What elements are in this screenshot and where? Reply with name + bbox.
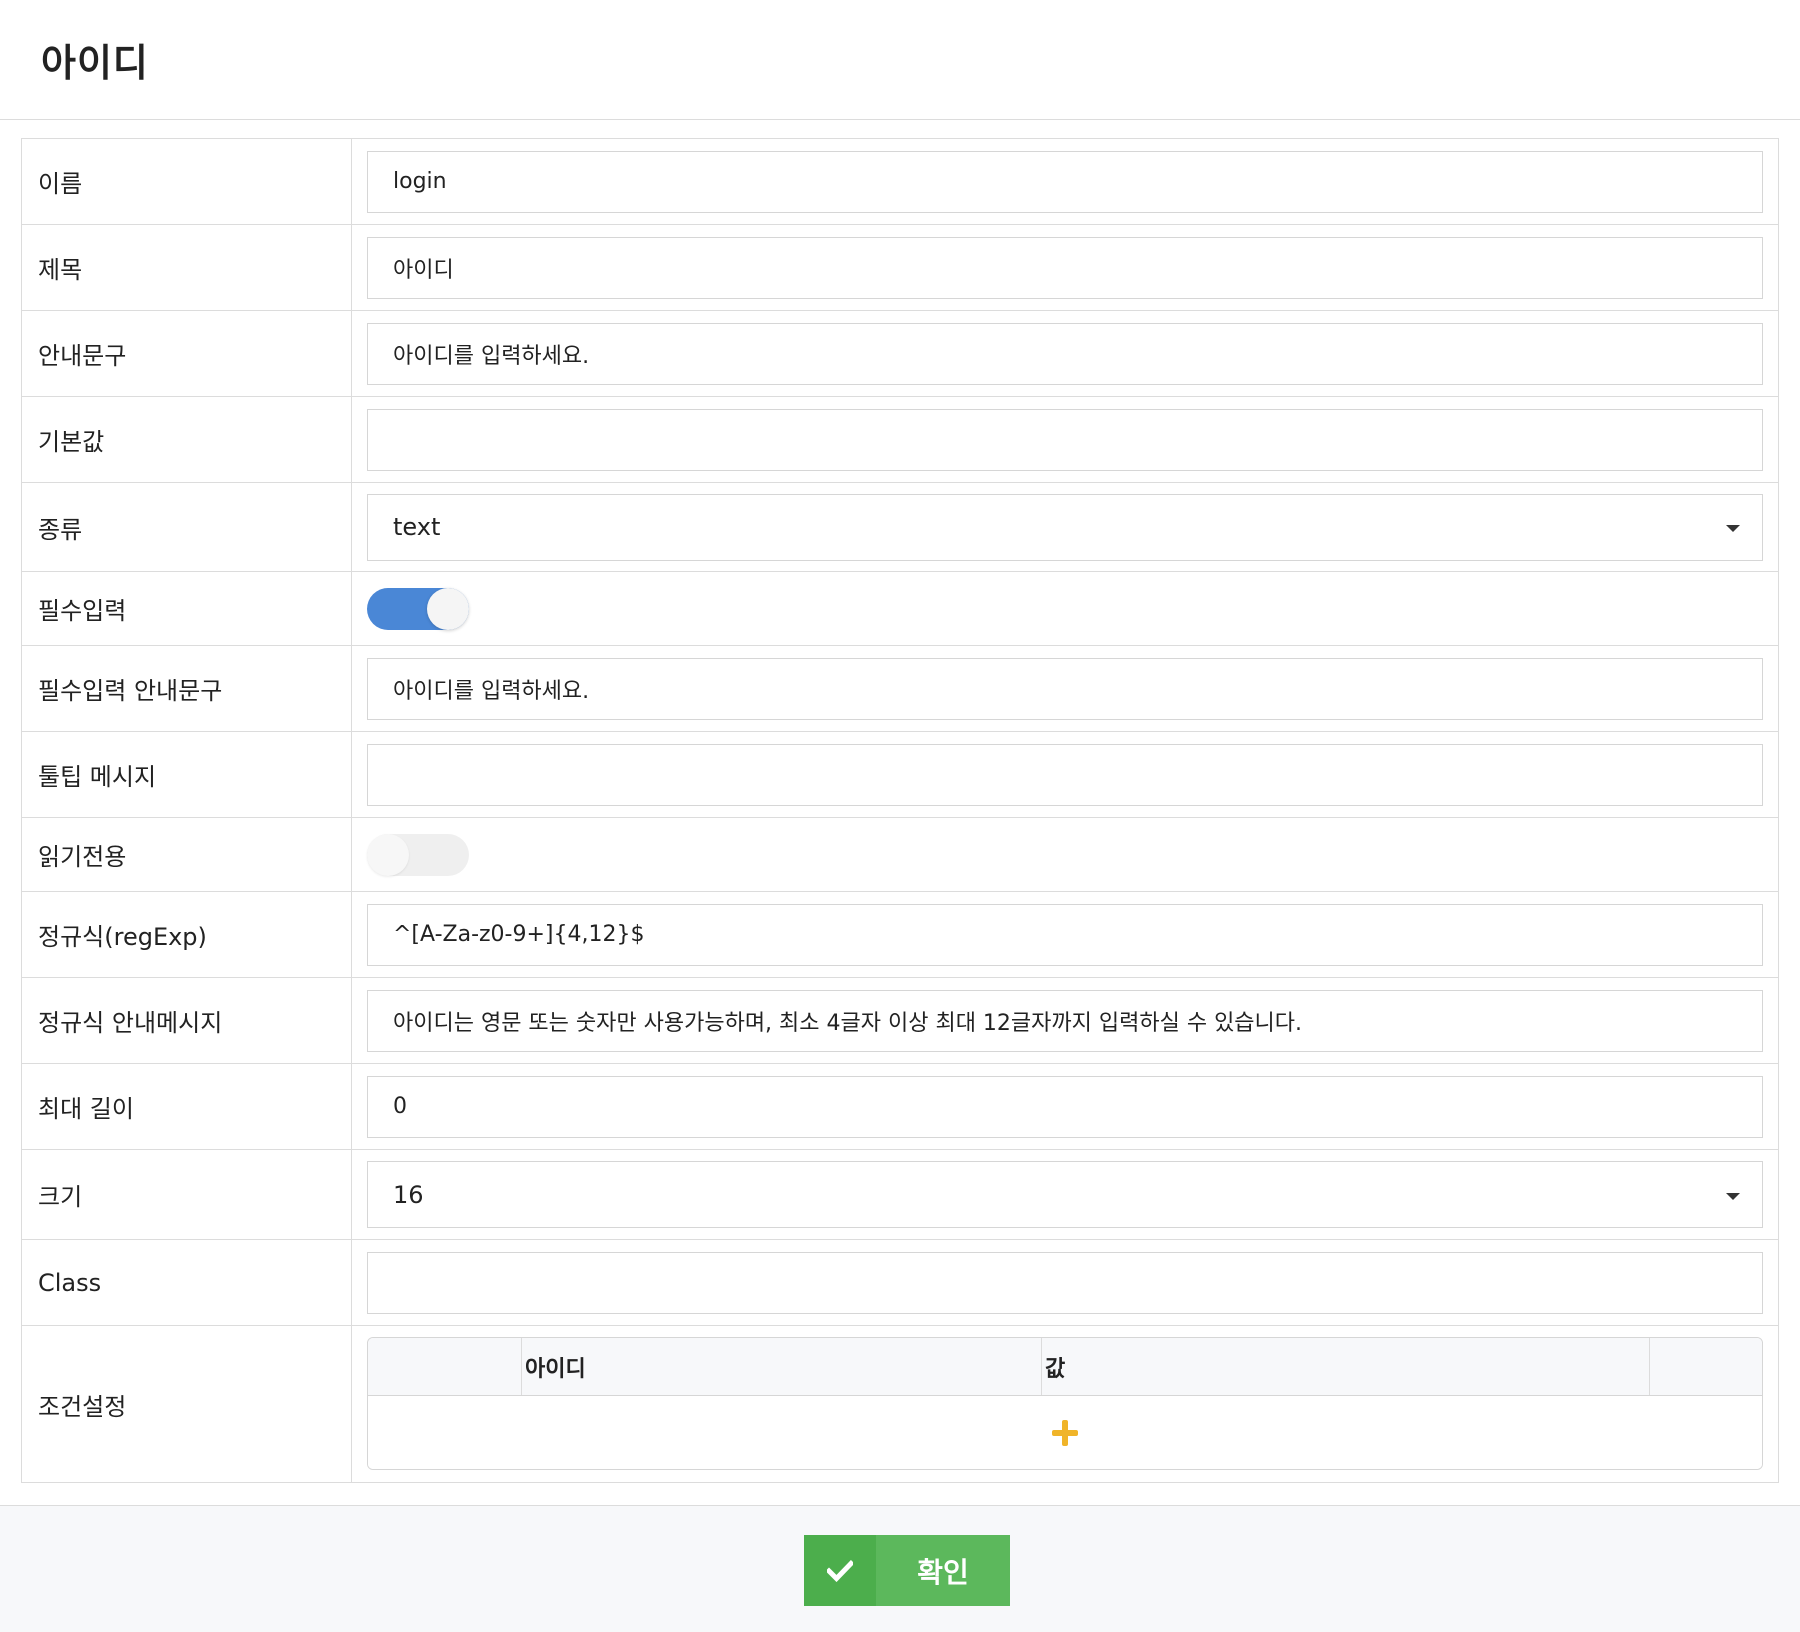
required-toggle[interactable] <box>367 587 469 630</box>
row-guide: 안내문구 <box>21 310 1779 397</box>
row-tooltip: 툴팁 메시지 <box>21 731 1779 818</box>
regexp-input[interactable] <box>367 903 1763 966</box>
label-guide: 안내문구 <box>21 310 352 397</box>
toggle-knob <box>367 833 409 876</box>
plus-icon[interactable] <box>1052 1419 1078 1446</box>
label-tooltip: 툴팁 메시지 <box>21 731 352 818</box>
label-default: 기본값 <box>21 396 352 483</box>
conditions-add-row <box>368 1396 1762 1469</box>
row-title: 제목 <box>21 224 1779 311</box>
label-conditions: 조건설정 <box>21 1325 352 1483</box>
default-value-input[interactable] <box>367 408 1763 471</box>
label-required-guide: 필수입력 안내문구 <box>21 645 352 732</box>
conditions-col-value: 값 <box>1042 1338 1650 1395</box>
caret-down-icon <box>1726 1192 1740 1200</box>
confirm-label: 확인 <box>917 1555 969 1589</box>
name-input[interactable] <box>367 150 1763 213</box>
size-select[interactable]: 16 <box>367 1161 1763 1228</box>
modal-title: 아이디 <box>41 41 149 85</box>
conditions-col-id: 아이디 <box>522 1338 1042 1395</box>
conditions-table: 아이디 값 <box>367 1337 1763 1470</box>
guide-input[interactable] <box>367 322 1763 385</box>
label-type: 종류 <box>21 482 352 572</box>
label-regexp-message: 정규식 안내메시지 <box>21 977 352 1064</box>
check-icon <box>804 1535 876 1606</box>
modal-body: 이름 제목 안내문구 기본값 <box>0 120 1800 1483</box>
label-readonly: 읽기전용 <box>21 817 352 892</box>
readonly-toggle[interactable] <box>367 833 469 876</box>
settings-table: 이름 제목 안내문구 기본값 <box>21 138 1779 1483</box>
modal-header: 아이디 <box>0 0 1800 120</box>
row-class: Class <box>21 1239 1779 1326</box>
row-readonly: 읽기전용 <box>21 817 1779 892</box>
modal-footer: 확인 <box>0 1505 1800 1632</box>
title-input[interactable] <box>367 236 1763 299</box>
label-title: 제목 <box>21 224 352 311</box>
conditions-col-actions <box>1650 1338 1762 1395</box>
row-regexp: 정규식(regExp) <box>21 891 1779 978</box>
conditions-header: 아이디 값 <box>368 1338 1762 1396</box>
required-guide-input[interactable] <box>367 657 1763 720</box>
row-default: 기본값 <box>21 396 1779 483</box>
row-name: 이름 <box>21 138 1779 225</box>
confirm-button[interactable]: 확인 <box>804 1535 1010 1606</box>
row-type: 종류 text <box>21 482 1779 572</box>
label-name: 이름 <box>21 138 352 225</box>
row-size: 크기 16 <box>21 1149 1779 1240</box>
row-regexp-message: 정규식 안내메시지 <box>21 977 1779 1064</box>
tooltip-input[interactable] <box>367 743 1763 806</box>
label-required: 필수입력 <box>21 571 352 646</box>
regexp-message-input[interactable] <box>367 989 1763 1052</box>
row-max-length: 최대 길이 <box>21 1063 1779 1150</box>
label-size: 크기 <box>21 1149 352 1240</box>
label-max-length: 최대 길이 <box>21 1063 352 1150</box>
row-required-guide: 필수입력 안내문구 <box>21 645 1779 732</box>
toggle-knob <box>427 587 469 630</box>
check-icon-svg <box>827 1559 853 1582</box>
size-select-value: 16 <box>393 1180 424 1209</box>
conditions-col-handle <box>368 1338 522 1395</box>
row-required: 필수입력 <box>21 571 1779 646</box>
field-settings-modal: 아이디 이름 제목 안내문구 기본값 <box>0 0 1800 1632</box>
label-regexp: 정규식(regExp) <box>21 891 352 978</box>
caret-down-icon <box>1726 525 1740 532</box>
max-length-input[interactable] <box>367 1075 1763 1138</box>
label-class: Class <box>21 1239 352 1326</box>
type-select-value: text <box>393 513 441 541</box>
row-conditions: 조건설정 아이디 값 <box>21 1325 1779 1483</box>
class-input[interactable] <box>367 1251 1763 1314</box>
type-select[interactable]: text <box>367 493 1763 561</box>
